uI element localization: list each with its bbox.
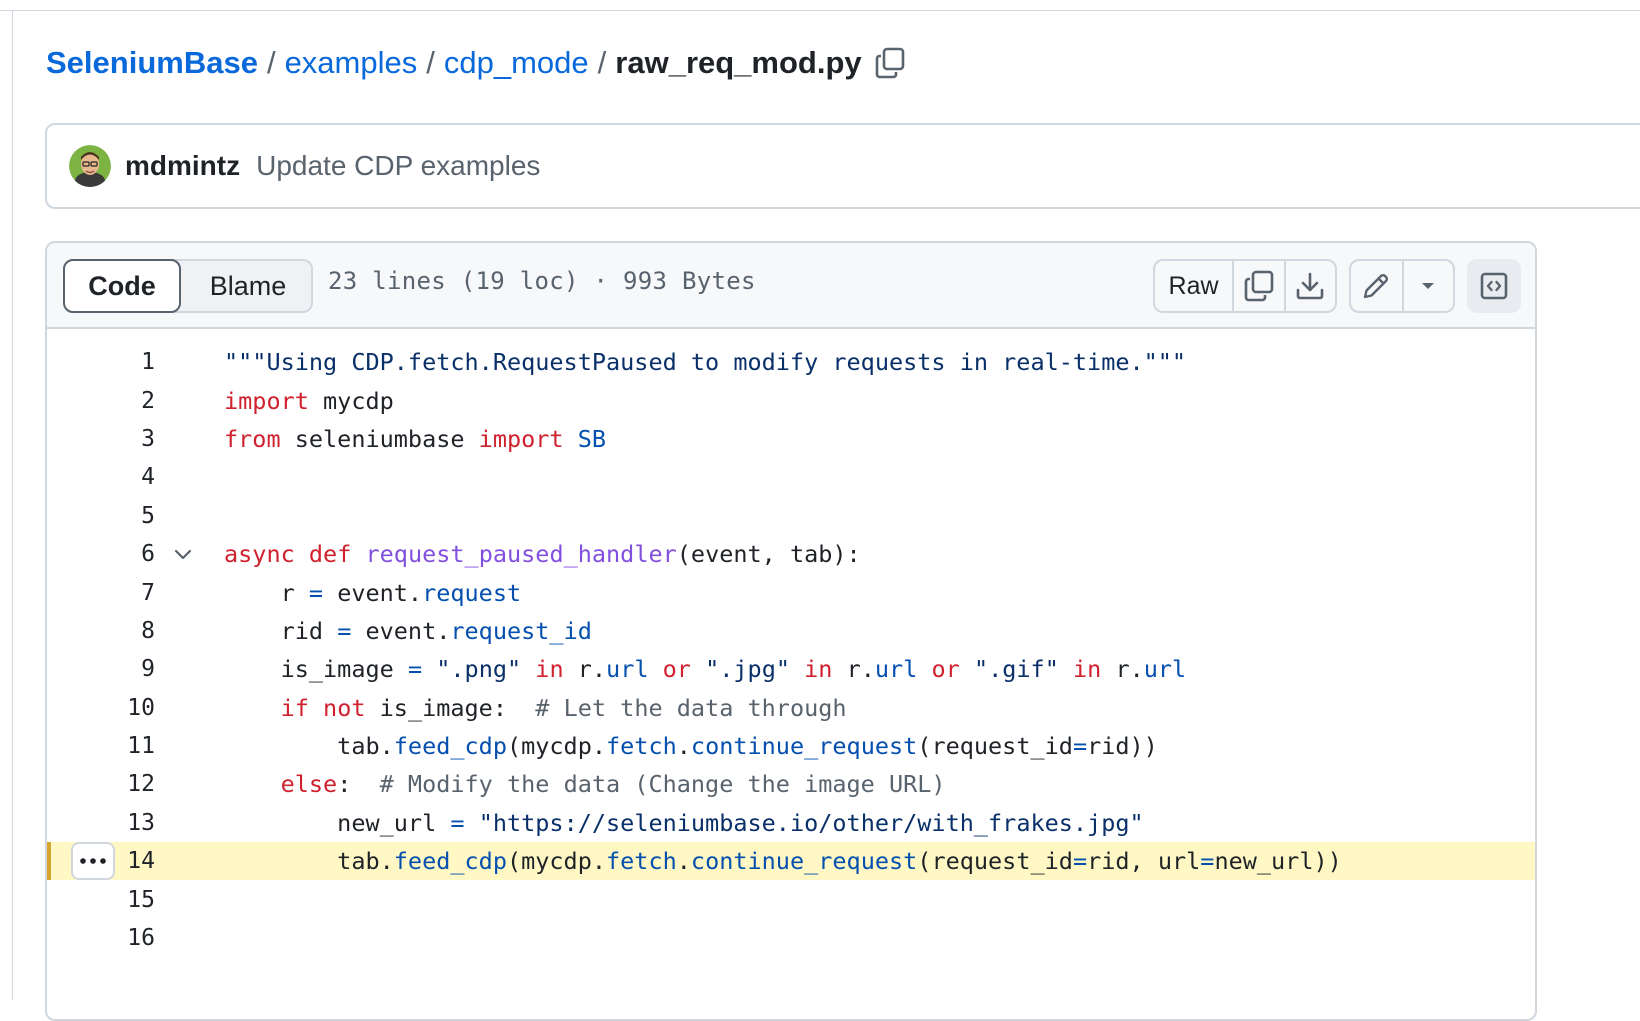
edit-actions-group [1349, 259, 1455, 313]
edit-button[interactable] [1351, 261, 1402, 311]
line-number[interactable]: 6 [47, 541, 155, 567]
top-divider [0, 10, 1640, 11]
code-square-icon [1480, 272, 1508, 300]
line-number[interactable]: 16 [47, 925, 155, 951]
code-view[interactable]: 1 """Using CDP.fetch.RequestPaused to mod… [47, 329, 1535, 957]
line-number[interactable]: 7 [47, 580, 155, 606]
line-number[interactable]: 11 [47, 733, 155, 759]
file-info: 23 lines (19 loc) · 993 Bytes [328, 267, 756, 295]
code-line[interactable]: 15 [47, 880, 1535, 918]
code-line[interactable]: 10 if not is_image: # Let the data throu… [47, 689, 1535, 727]
file-viewer: Code Blame 23 lines (19 loc) · 993 Bytes… [45, 241, 1537, 1021]
code-line[interactable]: 4 [47, 458, 1535, 496]
code-text: tab.feed_cdp(mycdp.fetch.continue_reques… [224, 732, 1158, 761]
code-text: """Using CDP.fetch.RequestPaused to modi… [224, 348, 1187, 377]
code-line[interactable]: 14 tab.feed_cdp(mycdp.fetch.continue_req… [47, 842, 1535, 881]
file-header: Code Blame 23 lines (19 loc) · 993 Bytes… [47, 243, 1535, 329]
code-text: rid = event.request_id [224, 616, 592, 645]
breadcrumb-cdp-mode-link[interactable]: cdp_mode [444, 45, 589, 81]
code-text: import mycdp [224, 386, 394, 415]
more-edit-options-button[interactable] [1401, 261, 1453, 311]
line-number[interactable]: 8 [47, 618, 155, 644]
code-text: async def request_paused_handler(event, … [224, 540, 861, 569]
code-line[interactable]: 7 r = event.request [47, 573, 1535, 611]
code-line[interactable]: 5 [47, 497, 1535, 535]
line-options-button[interactable] [71, 842, 115, 881]
download-button[interactable] [1283, 261, 1335, 311]
copy-icon [875, 47, 904, 79]
code-text: r = event.request [224, 578, 522, 607]
line-number[interactable]: 1 [47, 349, 155, 375]
line-number[interactable]: 2 [47, 388, 155, 414]
code-text: else: # Modify the data (Change the imag… [280, 770, 946, 799]
code-line[interactable]: 1 """Using CDP.fetch.RequestPaused to mod… [47, 343, 1535, 381]
code-line[interactable]: 8 rid = event.request_id [47, 612, 1535, 650]
code-line[interactable]: 2 import mycdp [47, 381, 1535, 419]
copy-path-button[interactable] [874, 46, 906, 80]
code-line[interactable]: 6 async def request_paused_handler(event,… [47, 535, 1535, 573]
copy-icon [1244, 270, 1274, 302]
left-divider [12, 10, 13, 1000]
copy-raw-button[interactable] [1232, 261, 1283, 311]
code-text: new_url = "https://seleniumbase.io/other… [224, 808, 1144, 837]
breadcrumb-separator: / [266, 45, 276, 80]
pencil-icon [1364, 273, 1389, 299]
chevron-down-icon[interactable] [173, 544, 193, 564]
code-line[interactable]: 3 from seleniumbase import SB [47, 420, 1535, 458]
file-actions-group: Raw [1153, 259, 1337, 313]
tab-code[interactable]: Code [63, 259, 181, 313]
triangle-down-icon [1422, 283, 1435, 289]
code-text: tab.feed_cdp(mycdp.fetch.continue_reques… [224, 847, 1342, 876]
view-toggle: Code Blame [63, 259, 313, 313]
download-icon [1296, 272, 1324, 300]
line-number[interactable]: 12 [47, 771, 155, 797]
code-text: from seleniumbase import SB [224, 424, 607, 453]
code-line[interactable]: 13 new_url = "https://seleniumbase.io/ot… [47, 804, 1535, 842]
line-number[interactable]: 3 [47, 426, 155, 452]
code-text: if not is_image: # Let the data through [280, 693, 847, 722]
line-number[interactable]: 4 [47, 464, 155, 490]
raw-button[interactable]: Raw [1155, 261, 1232, 311]
breadcrumb-file-name: raw_req_mod.py [615, 45, 862, 80]
latest-commit-box: mdmintz Update CDP examples [45, 123, 1640, 209]
breadcrumb-examples-link[interactable]: examples [285, 45, 418, 81]
code-line[interactable]: 12 else: # Modify the data (Change the i… [47, 765, 1535, 803]
tab-blame[interactable]: Blame [183, 259, 313, 313]
line-number[interactable]: 5 [47, 503, 155, 529]
breadcrumb: SeleniumBase / examples / cdp_mode / raw… [46, 40, 906, 86]
code-line[interactable]: 11 tab.feed_cdp(mycdp.fetch.continue_req… [47, 727, 1535, 765]
avatar[interactable] [69, 145, 111, 187]
commit-author[interactable]: mdmintz [125, 150, 240, 182]
code-line[interactable]: 16 [47, 919, 1535, 957]
line-number[interactable]: 9 [47, 656, 155, 682]
commit-message[interactable]: Update CDP examples [256, 150, 540, 182]
kebab-horizontal-icon [80, 858, 106, 864]
line-number[interactable]: 13 [47, 810, 155, 836]
breadcrumb-separator: / [597, 45, 607, 80]
line-number[interactable]: 10 [47, 695, 155, 721]
breadcrumb-separator: / [426, 45, 435, 80]
breadcrumb-repo-link[interactable]: SeleniumBase [46, 45, 258, 81]
line-number[interactable]: 15 [47, 887, 155, 913]
code-text: is_image = ".png" in r.url or ".jpg" in … [224, 655, 1187, 684]
symbols-panel-button[interactable] [1467, 259, 1521, 313]
code-line[interactable]: 9 is_image = ".png" in r.url or ".jpg" i… [47, 650, 1535, 688]
